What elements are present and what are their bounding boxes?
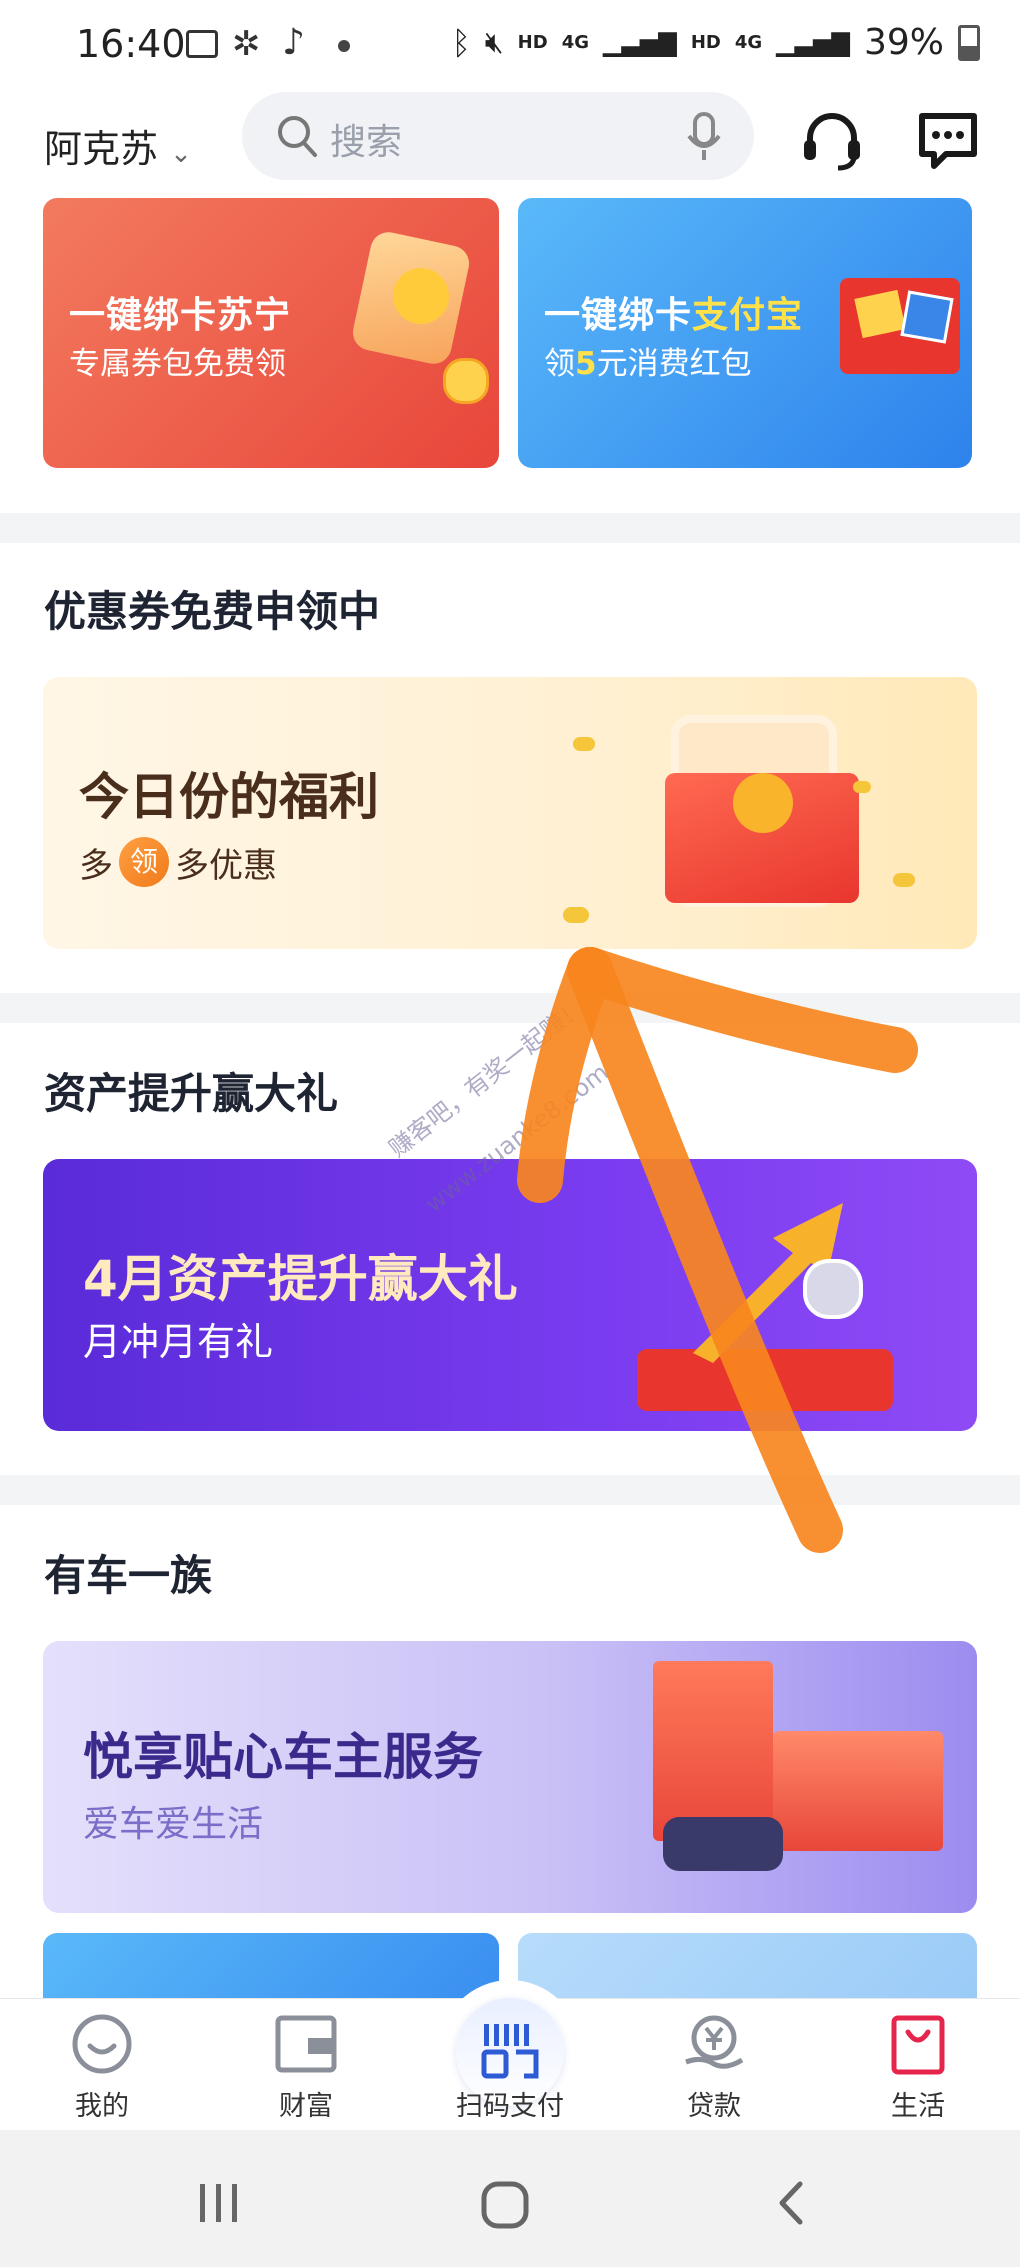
back-icon[interactable]	[772, 2180, 812, 2226]
wallet-icon	[275, 2015, 337, 2073]
nav-label-wealth: 财富	[279, 2091, 333, 2122]
home-icon[interactable]	[480, 2180, 530, 2230]
nav-label-loan: 贷款	[687, 2091, 741, 2122]
loan-icon	[685, 2015, 744, 2069]
recent-apps-icon[interactable]	[196, 2180, 242, 2226]
nav-label-mine: 我的	[75, 2091, 129, 2122]
nav-label-life: 生活	[891, 2091, 945, 2122]
shopping-bag-icon	[891, 2015, 945, 2075]
qr-scan-icon	[481, 2024, 539, 2079]
nav-label-scan-pay: 扫码支付	[456, 2091, 564, 2122]
annotation-arrow	[517, 947, 918, 1553]
smile-icon	[72, 2014, 132, 2074]
